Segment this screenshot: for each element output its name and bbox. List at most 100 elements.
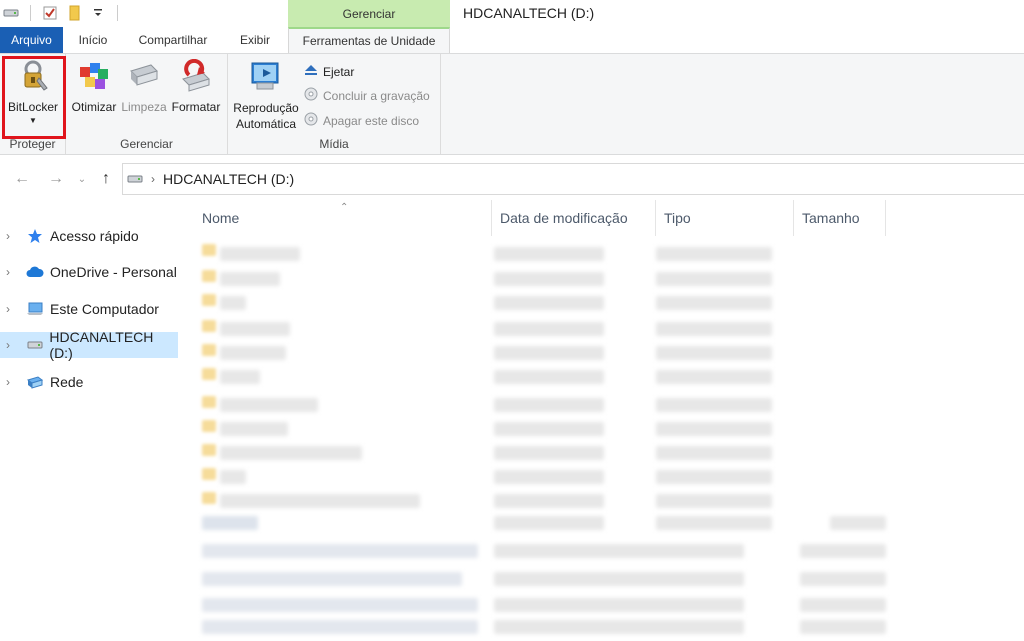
recent-locations-chevron-icon[interactable]: ⌄ xyxy=(72,169,92,189)
blurred-name xyxy=(220,296,246,310)
blurred-date xyxy=(494,370,604,384)
column-header-data[interactable]: Data de modificação xyxy=(492,200,656,236)
optimize-icon xyxy=(76,58,112,94)
optimize-label: Otimizar xyxy=(71,100,117,114)
blurred-name xyxy=(202,544,478,558)
breadcrumb-path[interactable]: HDCANALTECH (D:) xyxy=(163,171,294,187)
blurred-name xyxy=(220,322,290,336)
cloud-icon xyxy=(26,263,44,281)
disc-erase-icon xyxy=(304,112,318,129)
nav-label: HDCANALTECH (D:) xyxy=(49,329,154,361)
nav-item-este-computador[interactable]: › Este Computador xyxy=(0,296,178,322)
blurred-date xyxy=(494,446,604,460)
group-label-proteger: Proteger xyxy=(9,137,56,151)
navigation-bar: ← → ⌄ ↑ › HDCANALTECH (D:) xyxy=(0,161,1024,197)
blurred-type xyxy=(656,346,772,360)
blurred-date xyxy=(494,398,604,412)
folder-icon xyxy=(202,270,216,282)
star-icon xyxy=(26,227,44,245)
tab-arquivo[interactable]: Arquivo xyxy=(0,27,63,53)
blurred-size xyxy=(800,544,886,558)
blurred-date xyxy=(494,494,604,508)
autoplay-label-line1: Reprodução xyxy=(233,101,299,115)
eject-icon xyxy=(304,63,318,80)
nav-label: Rede xyxy=(50,374,84,390)
blurred-date xyxy=(494,422,604,436)
autoplay-button[interactable]: Reprodução Automática xyxy=(230,58,302,132)
erase-disc-button[interactable]: Apagar este disco xyxy=(304,112,419,129)
blurred-type xyxy=(656,322,772,336)
quick-access-toolbar xyxy=(2,4,122,22)
blurred-date xyxy=(494,272,604,286)
blurred-type xyxy=(656,398,772,412)
expand-chevron-icon[interactable]: › xyxy=(6,229,18,243)
blurred-date xyxy=(494,544,744,558)
nav-item-rede[interactable]: › Rede xyxy=(0,369,178,395)
finish-burning-button[interactable]: Concluir a gravação xyxy=(304,87,430,104)
blurred-size xyxy=(800,572,886,586)
forward-arrow-icon[interactable]: → xyxy=(46,169,66,189)
blurred-name xyxy=(220,247,300,261)
breadcrumb-chevron-icon[interactable]: › xyxy=(151,172,155,186)
column-header-tipo[interactable]: Tipo xyxy=(656,200,794,236)
up-arrow-icon[interactable]: ↑ xyxy=(96,169,116,189)
optimize-button[interactable]: Otimizar xyxy=(70,58,118,114)
format-icon xyxy=(178,58,214,94)
context-tab-group-header: Gerenciar xyxy=(288,0,450,27)
nav-item-acesso-rapido[interactable]: › Acesso rápido xyxy=(0,223,178,249)
network-icon xyxy=(26,373,44,391)
folder-icon xyxy=(202,492,216,504)
blurred-name xyxy=(220,370,260,384)
blurred-date xyxy=(494,346,604,360)
expand-chevron-icon[interactable]: › xyxy=(6,375,18,389)
back-arrow-icon[interactable]: ← xyxy=(12,169,32,189)
folder-icon xyxy=(202,468,216,480)
cleanup-button[interactable]: Limpeza xyxy=(120,58,168,114)
eject-button[interactable]: Ejetar xyxy=(304,63,354,80)
disk-cleanup-icon xyxy=(126,58,162,94)
customize-qat-chevron-icon[interactable] xyxy=(89,4,107,22)
nav-label: Acesso rápido xyxy=(50,228,139,244)
blurred-type xyxy=(656,494,772,508)
properties-check-icon[interactable] xyxy=(41,4,59,22)
computer-icon xyxy=(26,300,44,318)
blurred-name xyxy=(202,620,478,634)
autoplay-icon xyxy=(248,58,284,94)
blurred-date xyxy=(494,620,744,634)
tab-exibir[interactable]: Exibir xyxy=(228,27,282,53)
format-button[interactable]: Formatar xyxy=(168,58,224,114)
expand-chevron-icon[interactable]: › xyxy=(6,338,18,352)
blurred-type xyxy=(656,422,772,436)
expand-chevron-icon[interactable]: › xyxy=(6,302,18,316)
erase-disc-label: Apagar este disco xyxy=(323,113,420,128)
column-header-nome[interactable]: Nome xyxy=(194,200,492,236)
nav-item-onedrive[interactable]: › OneDrive - Personal xyxy=(0,259,178,285)
address-bar[interactable]: › HDCANALTECH (D:) xyxy=(122,163,1024,195)
blurred-type xyxy=(656,516,772,530)
file-list: ⌃ Nome Data de modificação Tipo Tamanho xyxy=(180,200,1024,641)
ribbon-tabs: Arquivo Início Compartilhar Exibir Ferra… xyxy=(0,27,1024,53)
blurred-name xyxy=(220,422,288,436)
drive-icon[interactable] xyxy=(2,4,20,22)
tab-compartilhar[interactable]: Compartilhar xyxy=(128,27,218,53)
blurred-type xyxy=(656,446,772,460)
tab-ferramentas-de-unidade[interactable]: Ferramentas de Unidade xyxy=(288,27,450,53)
blurred-date xyxy=(494,247,604,261)
blurred-name xyxy=(220,470,246,484)
blurred-name xyxy=(220,398,318,412)
expand-chevron-icon[interactable]: › xyxy=(6,265,18,279)
blurred-type xyxy=(656,370,772,384)
new-folder-icon[interactable] xyxy=(65,4,83,22)
blurred-date xyxy=(494,322,604,336)
disc-burn-icon xyxy=(304,87,318,104)
column-header-tamanho[interactable]: Tamanho xyxy=(794,200,886,236)
nav-item-hdcanaltech[interactable]: › HDCANALTECH (D:) xyxy=(0,329,178,361)
tab-inicio[interactable]: Início xyxy=(68,27,118,53)
folder-icon xyxy=(202,244,216,256)
nav-label: OneDrive - Personal xyxy=(50,264,177,280)
folder-icon xyxy=(202,344,216,356)
blurred-size xyxy=(800,620,886,634)
blurred-date xyxy=(494,572,744,586)
blurred-type xyxy=(656,470,772,484)
qat-divider xyxy=(117,5,118,21)
